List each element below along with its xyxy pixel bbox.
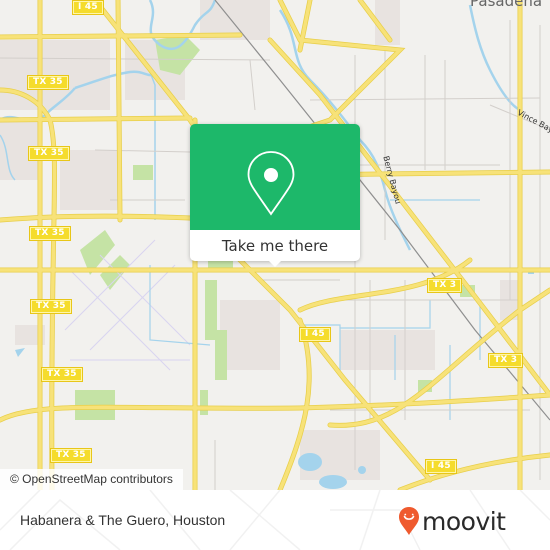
- shield-tx35: TX 35: [28, 146, 70, 161]
- take-me-there-label: Take me there: [221, 236, 329, 255]
- city-label-pasadena: Pasadena: [470, 0, 543, 10]
- moovit-wordmark: moovit: [422, 506, 506, 536]
- footer-bar: Habanera & The Guero, Houston moovit: [0, 490, 550, 550]
- shield-tx3: TX 3: [427, 278, 463, 293]
- map-view[interactable]: Pasadena Vince Bayou Berry Bayou I 45 TX…: [0, 0, 550, 490]
- shield-tx35: TX 35: [30, 299, 72, 314]
- shield-tx35: TX 35: [50, 448, 92, 463]
- popup-header[interactable]: [190, 124, 360, 230]
- place-name: Habanera & The Guero, Houston: [20, 512, 226, 528]
- take-me-there-button[interactable]: Take me there: [190, 230, 360, 261]
- map-attribution[interactable]: © OpenStreetMap contributors: [0, 469, 183, 490]
- moovit-logo[interactable]: moovit: [398, 504, 506, 538]
- shield-i45: I 45: [72, 0, 104, 15]
- shield-i45: I 45: [299, 327, 331, 342]
- moovit-pin-smile-icon: [399, 507, 419, 535]
- shield-tx3: TX 3: [488, 353, 524, 368]
- airport-taxiways: [64, 239, 191, 371]
- shield-tx35: TX 35: [27, 75, 69, 90]
- popup-tail: [268, 260, 282, 267]
- map-pin-icon: [247, 151, 295, 216]
- shield-i45: I 45: [425, 459, 457, 474]
- shield-tx35: TX 35: [41, 367, 83, 382]
- location-popup[interactable]: Take me there: [190, 124, 360, 267]
- shield-tx35: TX 35: [29, 226, 71, 241]
